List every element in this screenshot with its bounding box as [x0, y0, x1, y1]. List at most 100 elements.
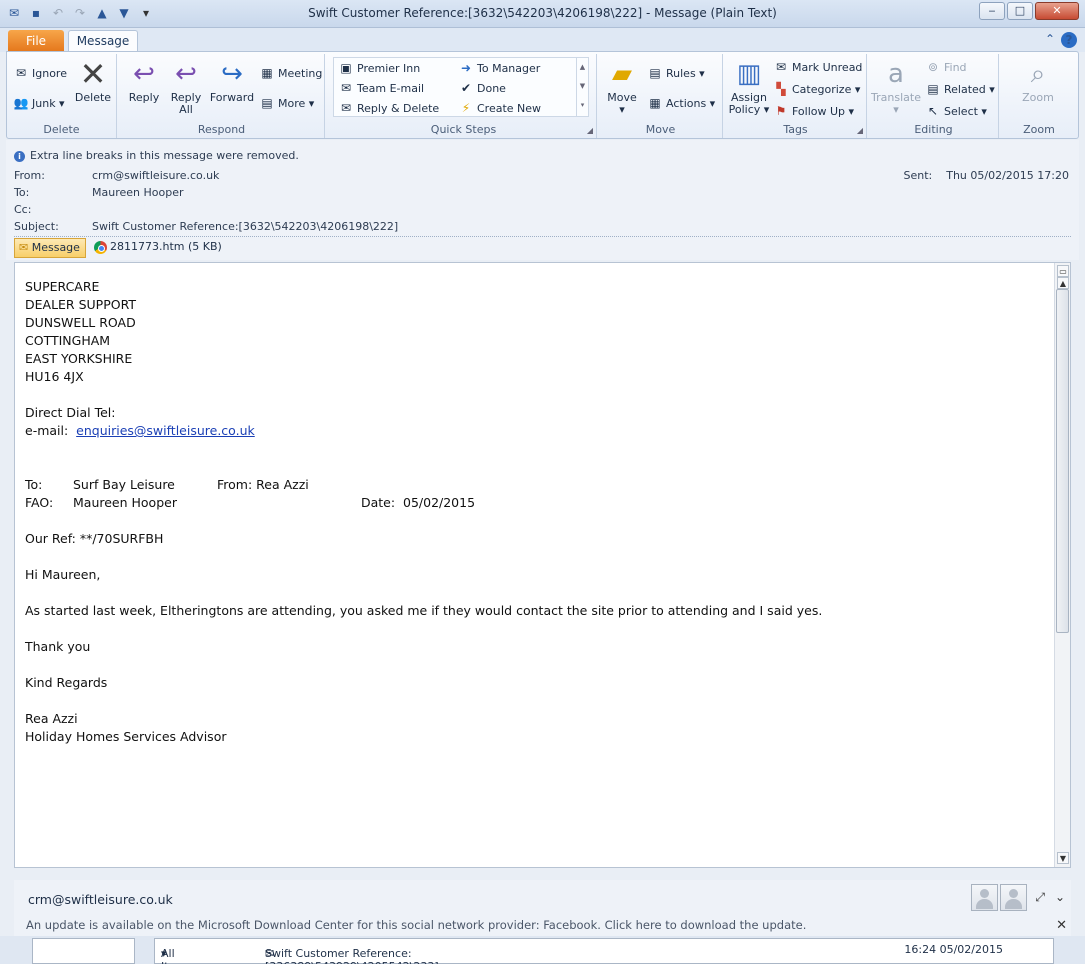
tags-launcher-icon[interactable]: ◢ [857, 126, 863, 135]
quick-step-team-email[interactable]: ✉ Team E-mail [338, 79, 424, 97]
ignore-button[interactable]: ✉ Ignore [13, 64, 67, 82]
to-value[interactable]: Maureen Hooper [92, 186, 184, 199]
move-button[interactable]: ▰ Move ▾ [603, 58, 641, 116]
related-button[interactable]: ▤ Related ▾ [925, 80, 994, 98]
ribbon: ✉ Ignore 👥 Junk ▾ ✕ Delete Delete ↩ Reply ↩ R… [6, 51, 1079, 139]
cc-row: Cc: [14, 203, 32, 216]
reply-button[interactable]: ↩ Reply [125, 58, 163, 104]
from-row: From: crm@swiftleisure.co.uk [14, 169, 220, 182]
address-line: SUPERCARE [25, 279, 100, 294]
title-bar: ✉ ▪ ↶ ↷ ▲ ▼ ▾ Swift Customer Reference:[… [0, 0, 1085, 28]
address-line: EAST YORKSHIRE [25, 351, 133, 366]
forward-icon: ↪ [221, 59, 243, 89]
tab-file[interactable]: File [8, 30, 64, 52]
regards: Kind Regards [25, 675, 108, 690]
avatars [971, 884, 1027, 911]
email-link[interactable]: enquiries@swiftleisure.co.uk [76, 423, 255, 438]
address-line: COTTINGHAM [25, 333, 111, 348]
delete-x-icon: ✕ [79, 55, 107, 93]
quick-step-reply-delete[interactable]: ✉ Reply & Delete [338, 99, 439, 117]
sent-value: Thu 05/02/2015 17:20 [946, 169, 1069, 182]
minimize-ribbon-icon[interactable]: ⌃ [1045, 32, 1055, 48]
maximize-button[interactable]: □ [1007, 2, 1033, 20]
flag-icon: ⚑ [775, 104, 787, 118]
translate-button[interactable]: a Translate ▾ [871, 58, 921, 116]
minimize-button[interactable]: ‒ [979, 2, 1005, 20]
lightning-icon: ⚡ [461, 101, 471, 115]
editing-group: a Translate ▾ ⊚ Find ▤ Related ▾ ↖ Select ▾ E… [869, 54, 999, 138]
message-body[interactable]: SUPERCARE DEALER SUPPORT DUNSWELL ROAD C… [14, 262, 1071, 868]
team-email-icon: ✉ [340, 81, 352, 95]
select-button[interactable]: ↖ Select ▾ [925, 102, 987, 120]
actions-button[interactable]: ▦ Actions ▾ [647, 94, 715, 112]
forward-button[interactable]: ↪ Forward [209, 58, 255, 104]
help-icon[interactable]: ? [1061, 32, 1077, 48]
search-box[interactable] [32, 938, 135, 964]
calendar-icon: ▦ [261, 66, 273, 80]
expand-icon[interactable]: ⤢ [1035, 890, 1045, 905]
move-group: ▰ Move ▾ ▤ Rules ▾ ▦ Actions ▾ Move [599, 54, 723, 138]
chevron-down-icon[interactable]: ⌄ [1055, 890, 1065, 905]
quick-steps-scroll[interactable]: ▲ ▼ ▾ [576, 58, 588, 116]
more-respond-button[interactable]: ▤ More ▾ [259, 94, 314, 112]
zoom-button[interactable]: ⌕ Zoom [1015, 58, 1061, 104]
junk-button[interactable]: 👥 Junk ▾ [13, 94, 65, 112]
email-line: e-mail: enquiries@swiftleisure.co.uk [25, 423, 255, 438]
item-list[interactable]: ▾ All Items ✉ Swift Customer Reference:[… [154, 938, 1054, 964]
subject-row: Subject: Swift Customer Reference:[3632\5… [14, 220, 399, 233]
greeting: Hi Maureen, [25, 567, 101, 582]
actions-icon: ▦ [649, 96, 661, 110]
people-pane: crm@swiftleisure.co.uk ⤢ ⌄ An update is … [14, 880, 1071, 936]
cursor-icon: ↖ [927, 104, 939, 118]
attachment-divider [14, 236, 1071, 237]
quick-step-done[interactable]: ✔ Done [458, 79, 506, 97]
signature-title: Holiday Homes Services Advisor [25, 729, 227, 744]
scroll-down-icon[interactable]: ▼ [1057, 852, 1069, 864]
to-row: To: Maureen Hooper [14, 186, 184, 199]
magnifier-icon: ⌕ [1030, 59, 1046, 89]
avatar[interactable] [1000, 884, 1027, 911]
move-folder-icon: ▰ [612, 59, 632, 89]
info-bar[interactable]: i Extra line breaks in this message were … [14, 149, 299, 162]
update-notice[interactable]: An update is available on the Microsoft … [26, 918, 806, 932]
people-pane-name[interactable]: crm@swiftleisure.co.uk [28, 892, 173, 907]
scroll-thumb[interactable] [1056, 289, 1069, 633]
close-notice-icon[interactable]: ✕ [1056, 918, 1067, 933]
window-title: Swift Customer Reference:[3632\542203\42… [308, 6, 777, 20]
quick-steps-label: Quick Steps [430, 123, 497, 136]
zoom-group-label: Zoom [1023, 123, 1055, 136]
quick-step-premier-inn[interactable]: ▣ Premier Inn [338, 59, 420, 77]
delete-button[interactable]: ✕ Delete [73, 58, 113, 104]
attachment-message-tab[interactable]: ✉ Message [14, 238, 86, 258]
tags-group-label: Tags [783, 123, 808, 136]
message-paragraph: As started last week, Eltheringtons are … [25, 603, 823, 618]
rules-button[interactable]: ▤ Rules ▾ [647, 64, 704, 82]
categorize-button[interactable]: ▚ Categorize ▾ [773, 80, 860, 98]
zoom-group: ⌕ Zoom Zoom [1001, 54, 1077, 138]
close-button[interactable]: ✕ [1035, 2, 1079, 20]
quick-step-create-new[interactable]: ⚡ Create New [458, 99, 541, 117]
meeting-button[interactable]: ▦ Meeting [259, 64, 322, 82]
address-line: DEALER SUPPORT [25, 297, 137, 312]
reply-all-button[interactable]: ↩ Reply All [167, 58, 205, 116]
categorize-icon: ▚ [776, 82, 786, 96]
from-value[interactable]: crm@swiftleisure.co.uk [92, 169, 219, 182]
follow-up-button[interactable]: ⚑ Follow Up ▾ [773, 102, 854, 120]
quick-step-to-manager[interactable]: ➜ To Manager [458, 59, 540, 77]
attachment-file[interactable]: 2811773.htm (5 KB) [94, 240, 222, 254]
address-line: HU16 4JX [25, 369, 84, 384]
bottom-strip: ▾ All Items ✉ Swift Customer Reference:[… [0, 936, 1085, 964]
our-ref: Our Ref: **/70SURFBH [25, 531, 164, 546]
vertical-scrollbar[interactable]: ▭ ▲ ▼ [1054, 263, 1070, 867]
reply-all-icon: ↩ [175, 59, 197, 89]
find-button[interactable]: ⊚ Find [925, 58, 967, 76]
mark-unread-button[interactable]: ✉ Mark Unread [773, 58, 862, 76]
assign-policy-button[interactable]: ▥ Assign Policy ▾ [727, 58, 771, 116]
tab-message[interactable]: Message [68, 30, 138, 53]
avatar[interactable] [971, 884, 998, 911]
split-icon[interactable]: ▭ [1057, 265, 1069, 277]
signature-name: Rea Azzi [25, 711, 78, 726]
sent-row: Sent: Thu 05/02/2015 17:20 [903, 169, 1069, 182]
scroll-up-icon[interactable]: ▲ [1057, 277, 1069, 289]
quick-steps-launcher-icon[interactable]: ◢ [587, 126, 593, 135]
